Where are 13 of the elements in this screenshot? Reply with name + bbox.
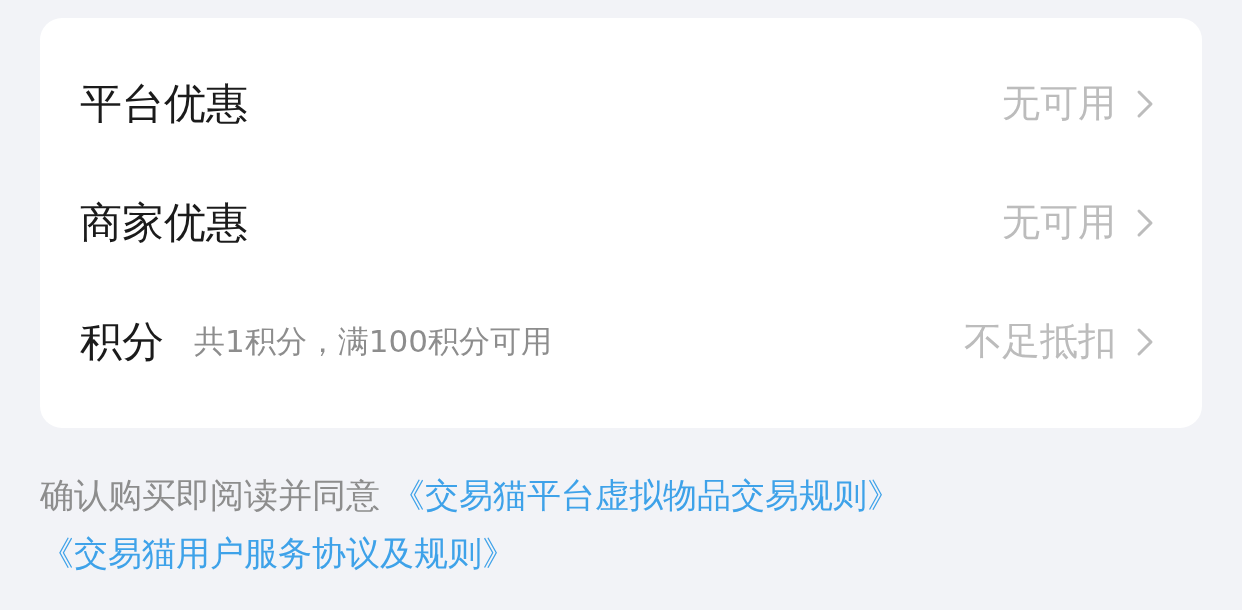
row-value[interactable]: 无可用 xyxy=(1002,78,1116,129)
row-value[interactable]: 不足抵扣 xyxy=(964,316,1116,367)
agreement-text: 确认购买即阅读并同意 《交易猫平台虚拟物品交易规则》 《交易猫用户服务协议及规则》 xyxy=(40,474,902,575)
points-info: 共1积分，满100积分可用 xyxy=(194,321,552,361)
rules-link[interactable]: 《交易猫平台虚拟物品交易规则》 xyxy=(390,475,901,515)
chevron-icon[interactable] xyxy=(1136,207,1154,238)
chevron-icon[interactable] xyxy=(1136,88,1154,119)
rules-link[interactable]: 《交易猫用户服务协议及规则》 xyxy=(40,533,516,573)
row-label: 商家优惠 xyxy=(80,196,248,249)
row-label: 平台优惠 xyxy=(80,77,248,130)
row-value[interactable]: 无可用 xyxy=(1002,197,1116,248)
row-label: 积分 xyxy=(80,315,164,368)
chevron-icon[interactable] xyxy=(1136,326,1154,357)
